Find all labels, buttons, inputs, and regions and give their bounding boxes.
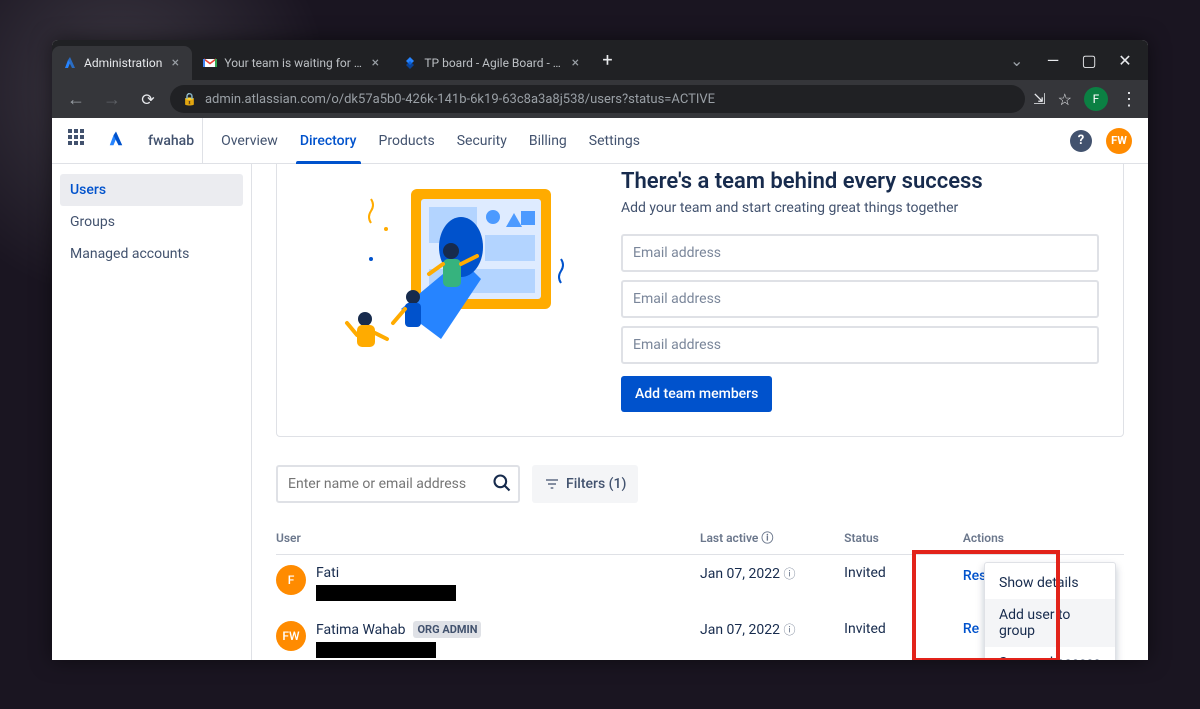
col-actions: Actions bbox=[963, 521, 1124, 555]
nav-products[interactable]: Products bbox=[375, 118, 439, 163]
lock-icon: 🔒 bbox=[182, 92, 197, 106]
window-minimize-icon[interactable]: — bbox=[1044, 51, 1062, 70]
app-switcher-icon[interactable] bbox=[68, 129, 92, 153]
info-icon[interactable]: ⓘ bbox=[783, 567, 795, 581]
add-team-members-button[interactable]: Add team members bbox=[621, 376, 772, 412]
invite-card: There's a team behind every success Add … bbox=[276, 164, 1124, 437]
new-tab-button[interactable]: + bbox=[592, 50, 622, 71]
org-name[interactable]: fwahab bbox=[140, 118, 203, 163]
sidebar-item-groups[interactable]: Groups bbox=[60, 206, 243, 238]
help-icon[interactable]: ? bbox=[1070, 130, 1092, 152]
sidebar-item-managed-accounts[interactable]: Managed accounts bbox=[60, 238, 243, 270]
user-avatar[interactable]: FW bbox=[1106, 128, 1132, 154]
browser-window: Administration × Your team is waiting fo… bbox=[52, 40, 1148, 660]
last-active: Jan 07, 2022 bbox=[700, 622, 780, 638]
reload-button[interactable]: ⟳ bbox=[134, 90, 162, 109]
tabs-dropdown-icon[interactable]: ⌄ bbox=[1010, 51, 1026, 70]
tab-title: Administration bbox=[84, 56, 162, 70]
atlassian-favicon bbox=[62, 55, 78, 71]
back-button[interactable]: ← bbox=[62, 89, 90, 110]
filters-label: Filters (1) bbox=[566, 476, 626, 492]
address-bar[interactable]: 🔒 admin.atlassian.com/o/dk57a5b0-426k-14… bbox=[170, 85, 1025, 113]
team-illustration bbox=[301, 169, 581, 369]
tab-close-icon[interactable]: × bbox=[368, 56, 382, 70]
tab-administration[interactable]: Administration × bbox=[52, 46, 192, 80]
gmail-favicon bbox=[202, 55, 218, 71]
dropdown-add-user-to-group[interactable]: Add user to group bbox=[985, 599, 1115, 647]
user-avatar-icon: F bbox=[276, 565, 306, 595]
user-avatar-icon: FW bbox=[276, 621, 306, 651]
app-header: fwahab Overview Directory Products Secur… bbox=[52, 118, 1148, 164]
main-content: There's a team behind every success Add … bbox=[252, 164, 1148, 660]
bookmark-icon[interactable]: ☆ bbox=[1058, 90, 1072, 109]
email-input-1[interactable] bbox=[621, 234, 1099, 272]
filter-icon bbox=[544, 476, 560, 492]
browser-menu-icon[interactable]: ⋮ bbox=[1120, 89, 1138, 110]
col-user: User bbox=[276, 521, 700, 555]
redacted-email bbox=[316, 585, 456, 601]
col-status: Status bbox=[844, 521, 963, 555]
forward-button[interactable]: → bbox=[98, 89, 126, 110]
url-bar: ← → ⟳ 🔒 admin.atlassian.com/o/dk57a5b0-4… bbox=[52, 80, 1148, 118]
profile-avatar[interactable]: F bbox=[1084, 87, 1108, 111]
last-active: Jan 07, 2022 bbox=[700, 566, 780, 582]
app-body: Users Groups Managed accounts bbox=[52, 164, 1148, 660]
window-close-icon[interactable]: ✕ bbox=[1116, 51, 1134, 70]
resend-invite-link[interactable]: Re bbox=[963, 621, 979, 637]
tab-jira[interactable]: TP board - Agile Board - Jira × bbox=[392, 46, 592, 80]
dropdown-suspend-access[interactable]: Suspend access bbox=[985, 647, 1115, 660]
url-text: admin.atlassian.com/o/dk57a5b0-426k-141b… bbox=[205, 92, 715, 107]
email-input-3[interactable] bbox=[621, 326, 1099, 364]
info-icon[interactable]: ⓘ bbox=[783, 623, 795, 637]
tab-title: Your team is waiting for you to jo bbox=[224, 56, 362, 70]
invite-subtitle: Add your team and start creating great t… bbox=[621, 200, 1099, 216]
tab-close-icon[interactable]: × bbox=[568, 56, 582, 70]
sidebar-item-users[interactable]: Users bbox=[60, 174, 243, 206]
tab-gmail[interactable]: Your team is waiting for you to jo × bbox=[192, 46, 392, 80]
atlassian-logo-icon[interactable] bbox=[106, 129, 126, 153]
window-maximize-icon[interactable]: ▢ bbox=[1080, 51, 1098, 70]
nav-overview[interactable]: Overview bbox=[217, 118, 282, 163]
table-toolbar: Filters (1) bbox=[276, 465, 1124, 503]
user-name: Fatima Wahab bbox=[316, 622, 405, 638]
org-admin-badge: ORG ADMIN bbox=[413, 621, 481, 638]
info-icon[interactable]: ⓘ bbox=[761, 531, 773, 545]
status: Invited bbox=[844, 555, 963, 612]
row-actions-dropdown: Show details Add user to group Suspend a… bbox=[984, 562, 1116, 660]
search-icon[interactable] bbox=[492, 473, 512, 498]
jira-favicon bbox=[402, 55, 418, 71]
titlebar: Administration × Your team is waiting fo… bbox=[52, 40, 1148, 80]
redacted-email bbox=[316, 642, 436, 658]
tab-title: TP board - Agile Board - Jira bbox=[424, 56, 562, 70]
nav-directory[interactable]: Directory bbox=[296, 118, 361, 163]
dropdown-show-details[interactable]: Show details bbox=[985, 567, 1115, 599]
col-last-active: Last active ⓘ bbox=[700, 521, 844, 555]
nav-billing[interactable]: Billing bbox=[525, 118, 571, 163]
user-name: Fati bbox=[316, 565, 339, 581]
nav-security[interactable]: Security bbox=[453, 118, 511, 163]
filters-button[interactable]: Filters (1) bbox=[532, 465, 638, 503]
nav-settings[interactable]: Settings bbox=[585, 118, 644, 163]
email-input-2[interactable] bbox=[621, 280, 1099, 318]
search-input[interactable] bbox=[276, 465, 520, 503]
status: Invited bbox=[844, 611, 963, 660]
sidebar: Users Groups Managed accounts bbox=[52, 164, 252, 660]
install-app-icon[interactable]: ⇲ bbox=[1033, 90, 1046, 108]
invite-title: There's a team behind every success bbox=[621, 169, 1099, 194]
tab-close-icon[interactable]: × bbox=[168, 56, 182, 70]
